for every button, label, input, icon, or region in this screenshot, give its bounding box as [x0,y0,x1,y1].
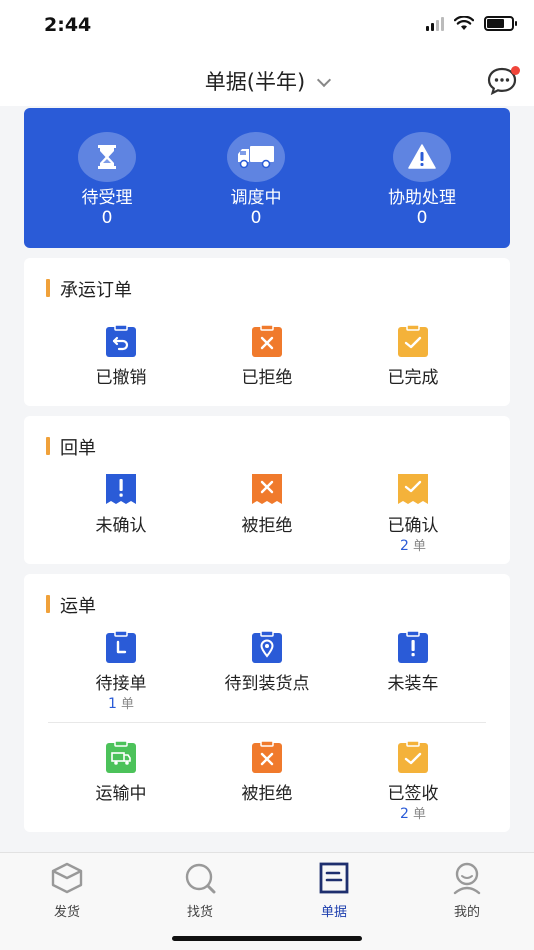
item-label: 待到装货点 [224,674,310,694]
battery-icon [484,16,517,31]
carrier-order-cancelled[interactable]: 已撤销 [46,324,196,388]
receipt-rejected[interactable]: 被拒绝 [192,472,342,536]
divider [48,722,486,723]
item-label: 待接单 [95,674,147,694]
waybill-not-loaded[interactable]: 未装车 [338,630,488,694]
search-icon [185,863,216,894]
summary-label: 待受理 [81,188,133,208]
x-clipboard-icon [252,324,282,357]
item-count: 1 单 [107,696,135,712]
location-clipboard-icon [252,630,282,663]
tab-label: 发货 [53,905,80,920]
period-selector[interactable]: 单据(半年) [0,66,534,96]
hourglass-icon [98,145,116,169]
summary-dispatching[interactable]: 调度中 0 [186,132,326,228]
summary-card: 待受理 0 调度中 0 协助处理 0 [24,108,510,248]
receipts-section: 回单 未确认 被拒绝 已确认 2 单 [24,416,510,564]
exclamation-receipt-icon [106,474,136,504]
waybill-signed[interactable]: 已签收 2 单 [338,740,488,823]
truck-icon [238,146,274,169]
item-label: 被拒绝 [241,784,293,804]
section-title: 运单 [46,592,96,618]
waybill-awaiting-acceptance[interactable]: 待接单 1 单 [46,630,196,713]
item-label: 运输中 [95,784,147,804]
check-receipt-icon [398,474,428,504]
truck-clipboard-icon [106,740,136,773]
item-label: 未装车 [387,674,439,694]
notification-badge [511,66,520,75]
item-label: 已确认 [387,516,439,536]
item-count: 2 单 [399,538,427,554]
carrier-orders-section: 承运订单 已撤销 已拒绝 已完成 [24,258,510,406]
box-icon [51,862,83,894]
tab-label: 我的 [453,905,480,920]
user-icon [453,862,481,895]
status-bar: 2:44 [0,0,534,52]
item-label: 已撤销 [95,368,147,388]
item-label: 已拒绝 [241,368,293,388]
summary-label: 协助处理 [388,188,456,208]
item-label: 已签收 [387,784,439,804]
home-indicator [172,936,362,941]
tab-mine[interactable]: 我的 [417,861,517,920]
item-label: 被拒绝 [241,516,293,536]
tab-label: 单据 [320,905,347,920]
item-count: 2 单 [399,806,427,822]
summary-pending-acceptance[interactable]: 待受理 0 [37,132,177,228]
status-icons [426,16,517,31]
waybill-rejected[interactable]: 被拒绝 [192,740,342,804]
tab-find-goods[interactable]: 找货 [150,861,250,920]
carrier-order-rejected[interactable]: 已拒绝 [192,324,342,388]
summary-label: 调度中 [230,188,282,208]
warning-icon [408,144,436,169]
exclamation-clipboard-icon [398,630,428,663]
document-icon [319,862,349,894]
clock-clipboard-icon [106,630,136,663]
wifi-icon [454,16,474,30]
summary-count: 0 [250,208,262,228]
undo-clipboard-icon [106,324,136,357]
message-button[interactable] [486,66,520,96]
summary-count: 0 [416,208,428,228]
signal-icon [426,16,444,31]
item-label: 未确认 [95,516,147,536]
tab-documents[interactable]: 单据 [284,861,384,920]
tab-ship[interactable]: 发货 [17,861,117,920]
item-label: 已完成 [387,368,439,388]
page-title: 单据(半年) [204,70,306,94]
section-title: 承运订单 [46,276,132,302]
check-clipboard-icon [398,740,428,773]
chevron-down-icon [317,72,332,88]
section-title: 回单 [46,434,96,460]
carrier-order-completed[interactable]: 已完成 [338,324,488,388]
summary-count: 0 [101,208,113,228]
waybill-in-transit[interactable]: 运输中 [46,740,196,804]
receipt-unconfirmed[interactable]: 未确认 [46,472,196,536]
x-clipboard-icon [252,740,282,773]
waybill-heading-to-loading[interactable]: 待到装货点 [192,630,342,694]
status-time: 2:44 [44,14,92,36]
waybills-section: 运单 待接单 1 单 待到装货点 未装车 运输中 被拒绝 已签收 2 单 [24,574,510,832]
summary-assist-handling[interactable]: 协助处理 0 [352,132,492,228]
tab-label: 找货 [186,905,213,920]
x-receipt-icon [252,474,282,504]
nav-header: 单据(半年) [0,52,534,106]
receipt-confirmed[interactable]: 已确认 2 单 [338,472,488,555]
check-clipboard-icon [398,324,428,357]
